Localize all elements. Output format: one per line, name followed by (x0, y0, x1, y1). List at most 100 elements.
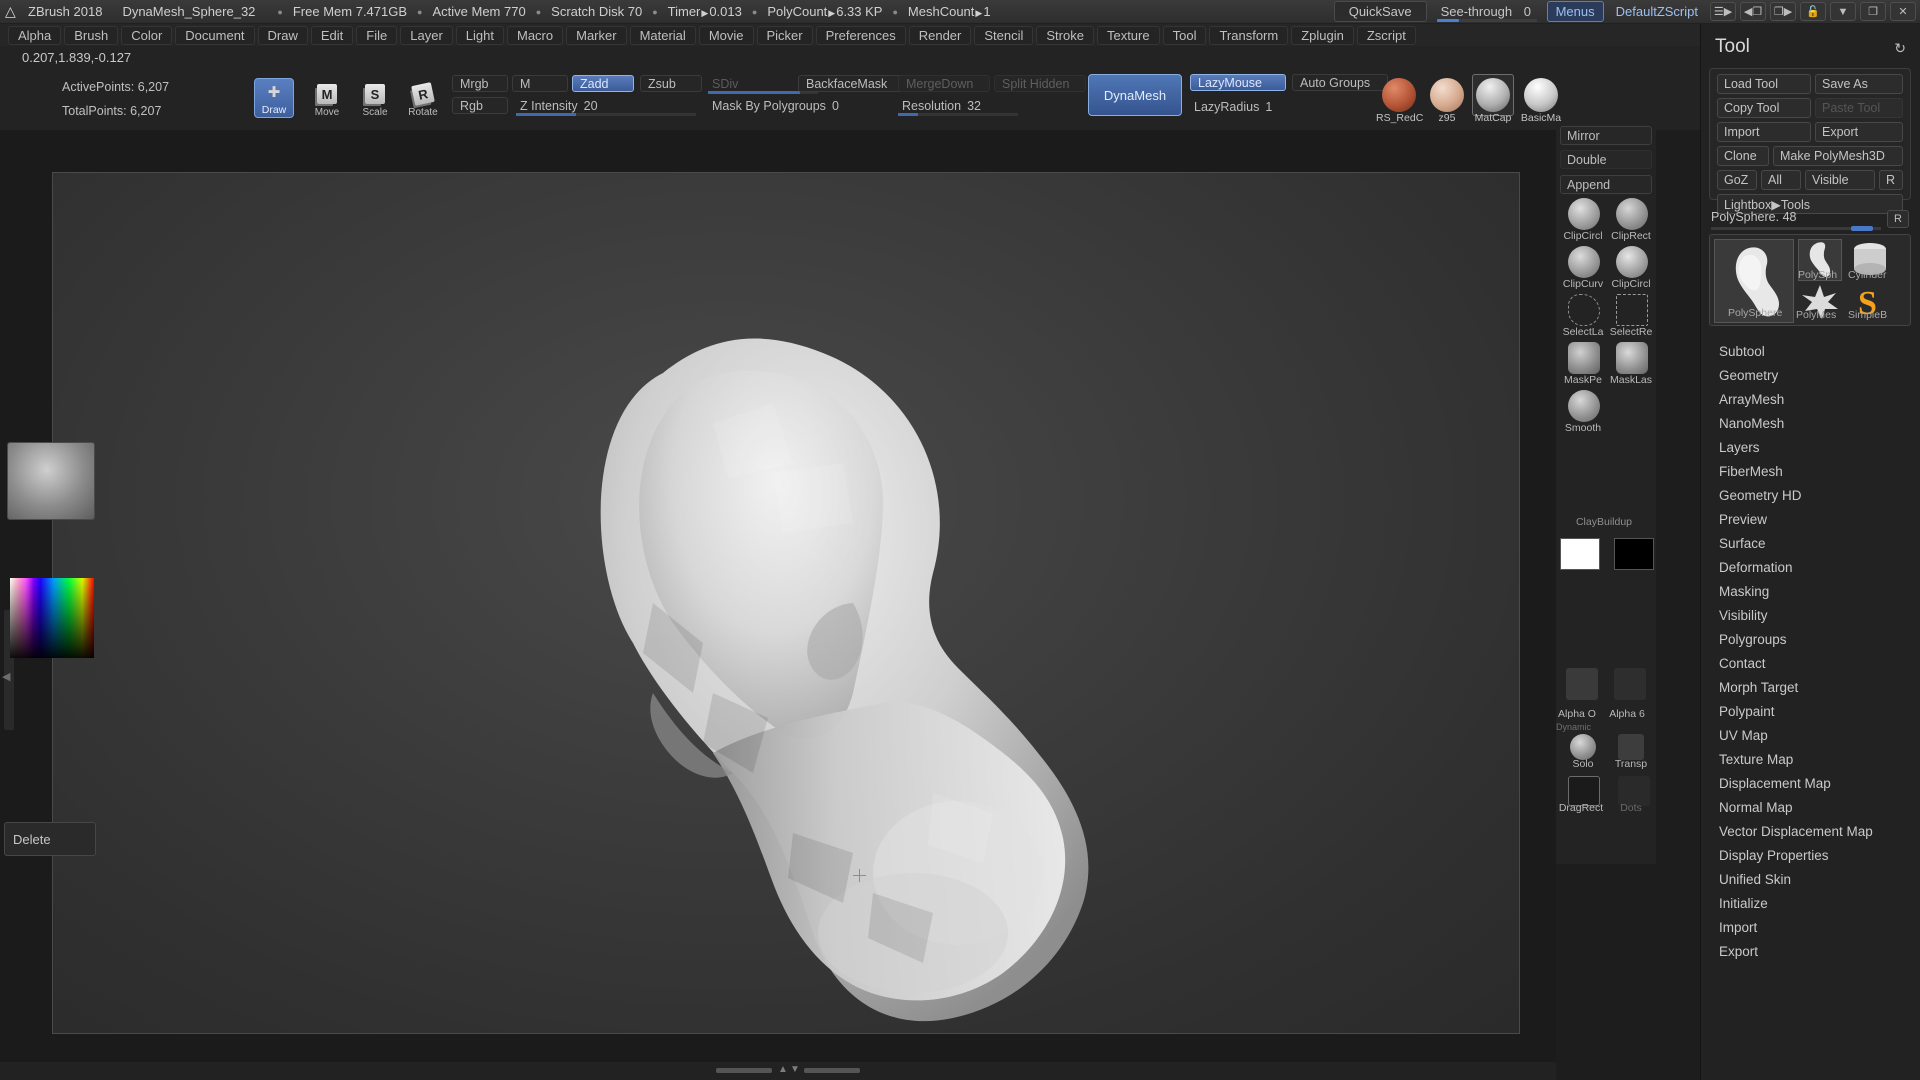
append-button[interactable]: Append (1560, 175, 1652, 194)
tool-menu-masking[interactable]: Masking (1719, 584, 1769, 599)
current-tool-r-button[interactable]: R (1887, 210, 1909, 228)
menu-item-preferences[interactable]: Preferences (815, 25, 906, 45)
lazyradius-slider[interactable]: LazyRadius 1 (1190, 98, 1300, 115)
menu-item-brush[interactable]: Brush (64, 25, 119, 45)
tool-menu-normal-map[interactable]: Normal Map (1719, 800, 1793, 815)
scroll-up-arrow-icon[interactable]: ▲ (778, 1064, 788, 1075)
transp-icon[interactable] (1618, 734, 1644, 760)
mirror-button[interactable]: Mirror (1560, 126, 1652, 145)
close-icon[interactable]: ✕ (1890, 2, 1916, 21)
visible-button[interactable]: Visible (1805, 170, 1875, 190)
material-matcap[interactable] (1476, 78, 1510, 112)
make-polymesh3d-button[interactable]: Make PolyMesh3D (1773, 146, 1903, 166)
copy-tool-button[interactable]: Copy Tool (1717, 98, 1811, 118)
tool-menu-polygroups[interactable]: Polygroups (1719, 632, 1787, 647)
move-button[interactable]: M Move (310, 78, 344, 118)
tool-menu-preview[interactable]: Preview (1719, 512, 1767, 527)
clip-circle-icon[interactable] (1616, 246, 1648, 278)
menu-item-marker[interactable]: Marker (566, 25, 627, 45)
menu-item-color[interactable]: Color (121, 25, 173, 45)
menu-item-layer[interactable]: Layer (400, 25, 453, 45)
menu-item-picker[interactable]: Picker (756, 25, 813, 45)
menu-item-render[interactable]: Render (908, 25, 972, 45)
delete-button[interactable]: Delete (4, 822, 96, 856)
double-button[interactable]: Double (1560, 150, 1652, 169)
menu-item-draw[interactable]: Draw (257, 25, 308, 45)
lazymouse-button[interactable]: LazyMouse (1190, 74, 1286, 91)
sliders-icon[interactable]: ☰▶ (1710, 2, 1736, 21)
menu-item-light[interactable]: Light (455, 25, 504, 45)
tool-menu-displacement-map[interactable]: Displacement Map (1719, 776, 1831, 791)
alpha-off-thumb[interactable] (1566, 668, 1598, 700)
scrollbar-right-handle[interactable] (804, 1068, 860, 1073)
tool-r-button[interactable]: R (1879, 170, 1903, 190)
menu-item-file[interactable]: File (356, 25, 398, 45)
tool-menu-export[interactable]: Export (1719, 944, 1758, 959)
default-zscript-label[interactable]: DefaultZScript (1610, 4, 1704, 19)
tool-menu-geometry[interactable]: Geometry (1719, 368, 1778, 383)
scroll-down-arrow-icon[interactable]: ▼ (790, 1064, 800, 1075)
mask-lasso-icon[interactable] (1616, 342, 1648, 374)
mask-pen-icon[interactable] (1568, 342, 1600, 374)
menu-item-stroke[interactable]: Stroke (1036, 25, 1094, 45)
clip-rect-icon[interactable] (1616, 198, 1648, 230)
menu-item-macro[interactable]: Macro (506, 25, 564, 45)
scrollbar-left-handle[interactable] (716, 1068, 772, 1073)
rotate-button[interactable]: R Rotate (406, 78, 440, 118)
smooth-brush-icon[interactable] (1568, 390, 1600, 422)
tool-menu-display-properties[interactable]: Display Properties (1719, 848, 1829, 863)
current-tool-slider[interactable]: PolySphere. 48 (1711, 210, 1881, 231)
auto-groups-button[interactable]: Auto Groups (1292, 74, 1388, 91)
menu-item-alpha[interactable]: Alpha (8, 25, 62, 45)
menu-item-edit[interactable]: Edit (310, 25, 354, 45)
z-intensity-slider[interactable]: Z Intensity 20 (516, 97, 696, 116)
import-button[interactable]: Import (1717, 122, 1811, 142)
tool-menu-visibility[interactable]: Visibility (1719, 608, 1768, 623)
tool-menu-fibermesh[interactable]: FiberMesh (1719, 464, 1783, 479)
rgb-button[interactable]: Rgb (452, 97, 508, 114)
see-through-slider[interactable]: See-through 0 (1433, 2, 1541, 22)
move-left-icon[interactable]: ◀❐ (1740, 2, 1766, 21)
material-basicma[interactable] (1524, 78, 1558, 112)
menu-item-stencil[interactable]: Stencil (974, 25, 1034, 45)
menu-item-tool[interactable]: Tool (1162, 25, 1207, 45)
restore-icon[interactable]: ❐ (1860, 2, 1886, 21)
current-brush-thumbnail[interactable] (7, 442, 95, 520)
draw-button[interactable]: ✚ Draw (254, 78, 294, 118)
color-swatch-secondary[interactable] (1614, 538, 1654, 570)
left-collapse-arrow-icon[interactable]: ◀ (2, 670, 10, 683)
minimize-icon[interactable]: ▼ (1830, 2, 1856, 21)
tool-menu-subtool[interactable]: Subtool (1719, 344, 1765, 359)
menu-item-transform[interactable]: Transform (1209, 25, 1289, 45)
menu-item-zscript[interactable]: Zscript (1356, 25, 1416, 45)
paste-tool-button[interactable]: Paste Tool (1815, 98, 1903, 118)
dynamesh-button[interactable]: DynaMesh (1088, 74, 1182, 116)
tool-menu-arraymesh[interactable]: ArrayMesh (1719, 392, 1784, 407)
tool-menu-geometry-hd[interactable]: Geometry HD (1719, 488, 1802, 503)
resolution-slider[interactable]: Resolution 32 (898, 97, 1048, 116)
solo-icon[interactable] (1570, 734, 1596, 760)
clone-button[interactable]: Clone (1717, 146, 1769, 166)
tool-menu-import[interactable]: Import (1719, 920, 1757, 935)
tool-menu-deformation[interactable]: Deformation (1719, 560, 1793, 575)
tool-menu-morph-target[interactable]: Morph Target (1719, 680, 1798, 695)
select-rect-icon[interactable] (1616, 294, 1648, 326)
load-tool-button[interactable]: Load Tool (1717, 74, 1811, 94)
material-z95[interactable] (1430, 78, 1464, 112)
menu-item-document[interactable]: Document (175, 25, 255, 45)
tool-menu-vector-displacement-map[interactable]: Vector Displacement Map (1719, 824, 1873, 839)
menu-item-texture[interactable]: Texture (1096, 25, 1160, 45)
clip-curve-icon[interactable] (1568, 246, 1600, 278)
tool-menu-initialize[interactable]: Initialize (1719, 896, 1768, 911)
tool-menu-texture-map[interactable]: Texture Map (1719, 752, 1793, 767)
lock-icon[interactable]: 🔓 (1800, 2, 1826, 21)
select-lasso-icon[interactable] (1568, 294, 1600, 326)
scale-button[interactable]: S Scale (358, 78, 392, 118)
save-as-button[interactable]: Save As (1815, 74, 1903, 94)
menus-button[interactable]: Menus (1546, 1, 1604, 22)
tool-menu-layers[interactable]: Layers (1719, 440, 1760, 455)
menu-item-zplugin[interactable]: Zplugin (1291, 25, 1354, 45)
color-picker[interactable] (10, 578, 94, 658)
alpha-60-thumb[interactable] (1614, 668, 1646, 700)
tool-menu-surface[interactable]: Surface (1719, 536, 1766, 551)
